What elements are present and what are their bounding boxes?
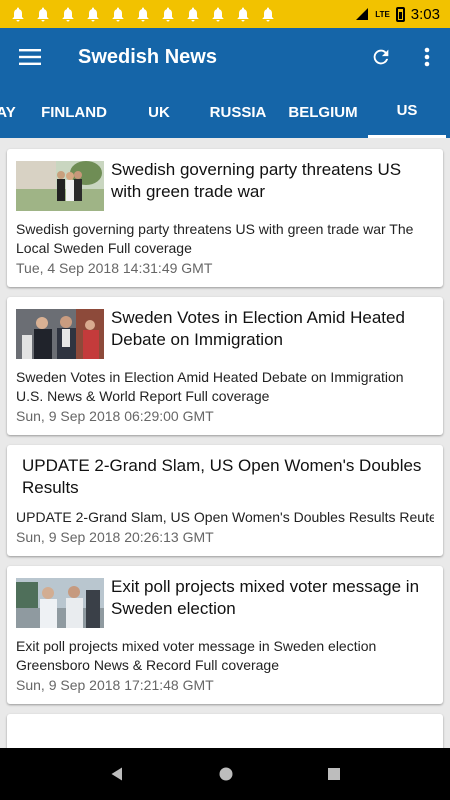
- recents-square-icon[interactable]: [327, 767, 341, 781]
- bell-icon: [262, 7, 274, 22]
- tab-belgium[interactable]: BELGIUM: [284, 86, 362, 138]
- battery-icon: [395, 6, 405, 22]
- home-circle-icon[interactable]: [218, 766, 234, 782]
- bell-icon: [12, 7, 24, 22]
- article-date: Sun, 9 Sep 2018 20:26:13 GMT: [16, 529, 214, 545]
- article-description: UPDATE 2-Grand Slam, US Open Women's Dou…: [16, 509, 434, 525]
- tab-uk[interactable]: UK: [128, 86, 190, 138]
- bell-icon: [62, 7, 74, 22]
- menu-button[interactable]: [0, 28, 60, 86]
- bell-icon: [212, 7, 224, 22]
- status-right: LTE 3:03: [355, 6, 440, 23]
- article-title[interactable]: UPDATE 2-Grand Slam, US Open Women's Dou…: [22, 455, 434, 499]
- bell-icon: [137, 7, 149, 22]
- tab-us[interactable]: US: [368, 86, 446, 138]
- news-card[interactable]: Exit poll projects mixed voter message i…: [7, 566, 443, 704]
- system-nav-bar: [0, 748, 450, 800]
- bell-icon: [187, 7, 199, 22]
- bell-icon: [237, 7, 249, 22]
- back-triangle-icon[interactable]: [109, 766, 125, 782]
- status-bar: LTE 3:03: [0, 0, 450, 28]
- article-thumbnail: [16, 161, 104, 211]
- tab-partial[interactable]: AY: [0, 86, 18, 138]
- app-bar: Swedish News: [0, 28, 450, 86]
- network-type: LTE: [375, 9, 390, 19]
- article-date: Sun, 9 Sep 2018 17:21:48 GMT: [16, 677, 214, 693]
- tab-russia[interactable]: RUSSIA: [200, 86, 276, 138]
- signal-icon: [356, 8, 369, 20]
- hamburger-menu-icon: [19, 49, 41, 65]
- article-title[interactable]: Exit poll projects mixed voter message i…: [111, 576, 434, 620]
- bell-icon: [87, 7, 99, 22]
- article-title[interactable]: Sweden Votes in Election Amid Heated Deb…: [111, 307, 434, 351]
- bell-icon: [37, 7, 49, 22]
- overflow-menu-button[interactable]: [404, 28, 450, 86]
- news-card[interactable]: Sweden Votes in Election Amid Heated Deb…: [7, 297, 443, 435]
- article-thumbnail: [16, 309, 104, 359]
- article-description: Swedish governing party threatens US wit…: [16, 221, 414, 256]
- article-thumbnail: [16, 578, 104, 628]
- tab-finland[interactable]: FINLAND: [30, 86, 118, 138]
- app-actions: [358, 28, 450, 86]
- news-card[interactable]: UPDATE 2-Grand Slam, US Open Women's Dou…: [7, 445, 443, 556]
- news-card[interactable]: [7, 714, 443, 748]
- article-date: Sun, 9 Sep 2018 06:29:00 GMT: [16, 408, 214, 424]
- bell-icon: [112, 7, 124, 22]
- country-tabs: AY FINLAND UK RUSSIA BELGIUM US: [0, 86, 450, 138]
- clock: 3:03: [410, 5, 440, 23]
- app-title: Swedish News: [78, 45, 217, 68]
- refresh-icon: [373, 49, 389, 65]
- more-vert-icon: [424, 47, 430, 67]
- refresh-button[interactable]: [358, 28, 404, 86]
- article-description: Sweden Votes in Election Amid Heated Deb…: [16, 369, 404, 404]
- news-card[interactable]: Swedish governing party threatens US wit…: [7, 149, 443, 287]
- article-date: Tue, 4 Sep 2018 14:31:49 GMT: [16, 260, 213, 276]
- bell-icon: [162, 7, 174, 22]
- notification-icons: [10, 6, 276, 22]
- article-description: Exit poll projects mixed voter message i…: [16, 638, 377, 673]
- news-feed[interactable]: Swedish governing party threatens US wit…: [0, 138, 450, 748]
- article-title[interactable]: Swedish governing party threatens US wit…: [111, 159, 434, 203]
